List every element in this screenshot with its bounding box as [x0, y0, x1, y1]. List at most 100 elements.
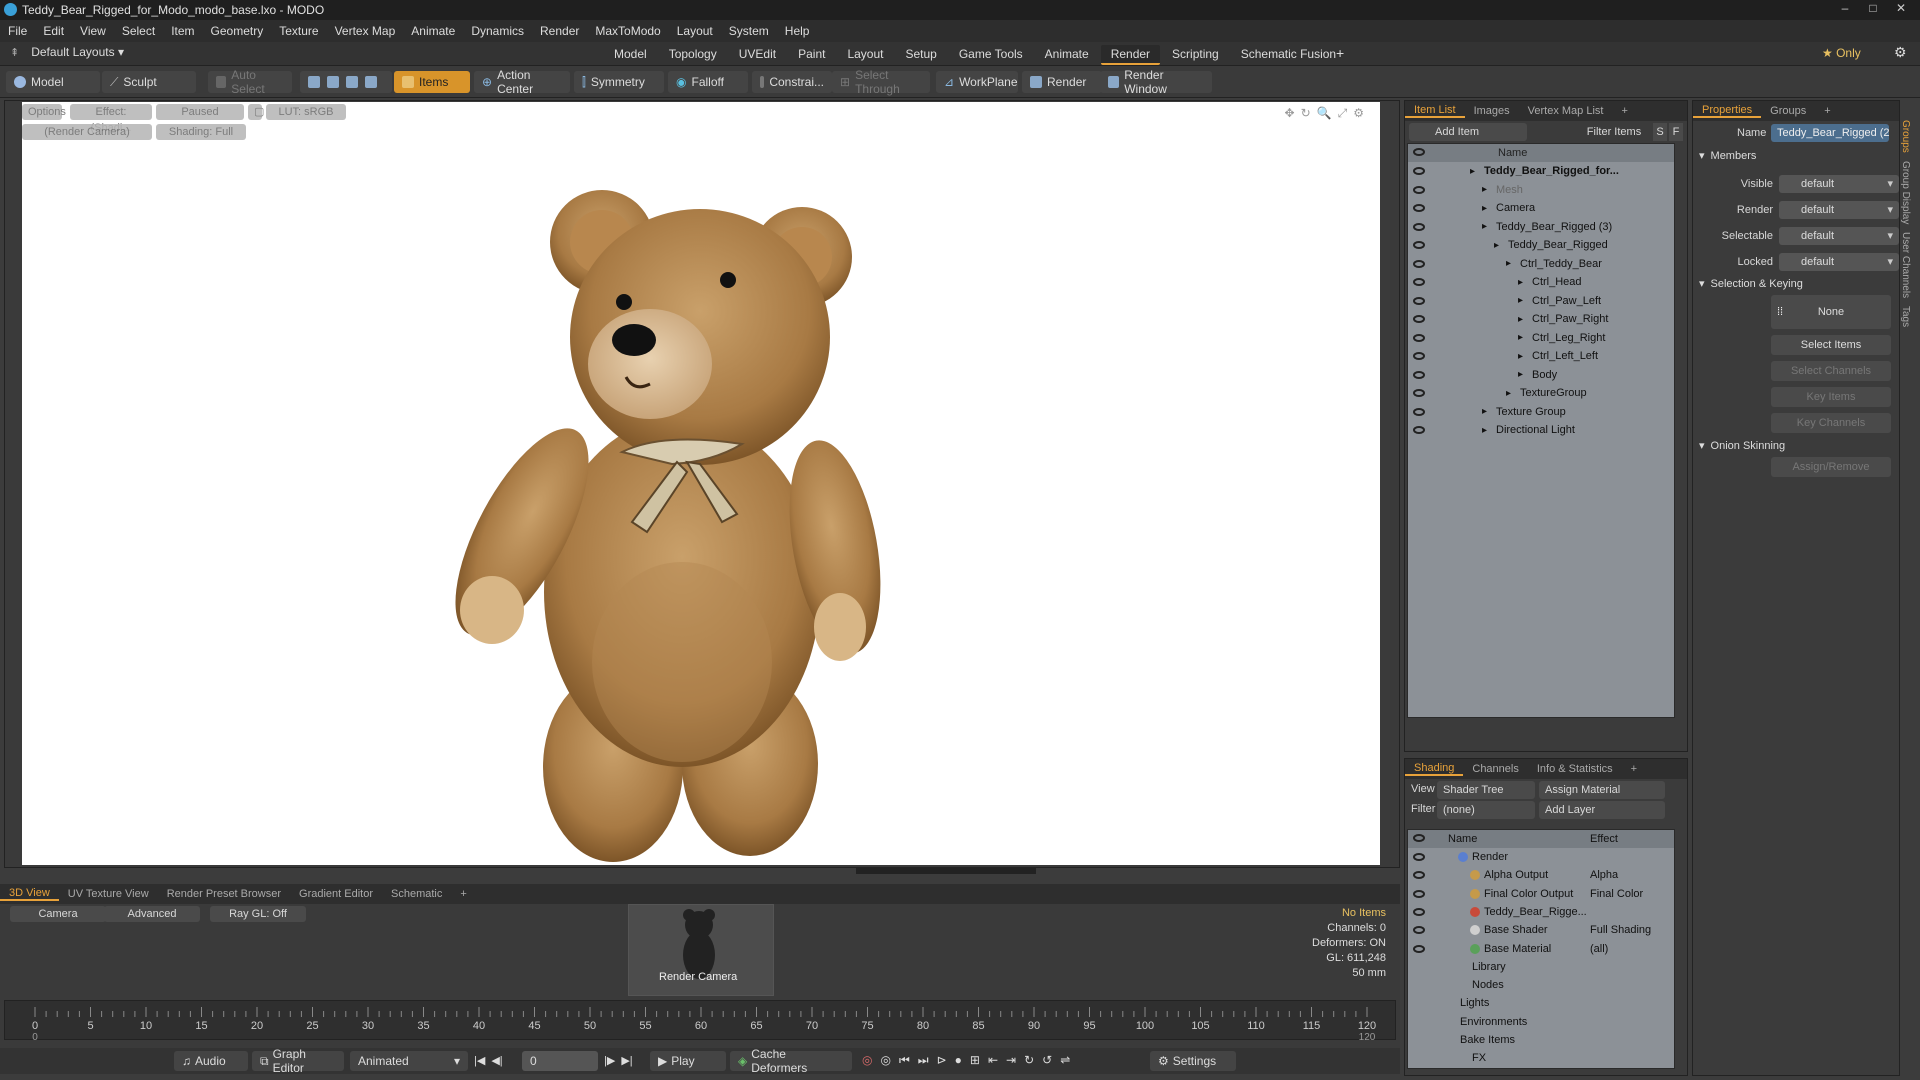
current-frame-field[interactable]: 0	[522, 1051, 598, 1071]
tab-shading[interactable]: Shading	[1405, 762, 1464, 776]
menu-geometry[interactable]: Geometry	[203, 24, 272, 38]
eye-icon[interactable]	[1413, 352, 1425, 360]
menu-file[interactable]: File	[0, 24, 35, 38]
range-start-icon[interactable]: ⇤	[988, 1053, 998, 1068]
default-layouts-dropdown[interactable]: Default Layouts ▾	[31, 45, 124, 59]
menu-render[interactable]: Render	[532, 24, 587, 38]
tab-render[interactable]: Render	[1100, 45, 1161, 65]
select-channels-button[interactable]: Select Channels	[1771, 361, 1891, 381]
expand-icon[interactable]: ▸	[1518, 332, 1523, 343]
eye-icon[interactable]	[1413, 944, 1425, 953]
shader-row[interactable]: Base Material (all)	[1408, 940, 1674, 958]
expand-icon[interactable]: ▸	[1506, 388, 1511, 399]
eye-icon[interactable]	[1413, 926, 1425, 935]
tab-uvedit[interactable]: UVEdit	[729, 45, 786, 65]
name-column-header[interactable]: Name	[1498, 147, 1527, 159]
loop-icon[interactable]: ↻	[1024, 1053, 1034, 1068]
menu-layout[interactable]: Layout	[669, 24, 721, 38]
render-dropdown[interactable]: default	[1779, 201, 1899, 219]
eye-icon[interactable]	[1413, 204, 1425, 212]
tab-images[interactable]: Images	[1465, 105, 1519, 117]
set-key-icon[interactable]: ⊳	[937, 1053, 947, 1068]
tab-channels[interactable]: Channels	[1463, 763, 1527, 775]
shader-row[interactable]: Render	[1408, 848, 1674, 866]
eye-icon[interactable]	[1413, 907, 1425, 916]
shader-row[interactable]: Base Shader Full Shading	[1408, 921, 1674, 939]
settings-button[interactable]: ⚙ Settings	[1150, 1051, 1236, 1071]
filter-dropdown[interactable]: (none)	[1437, 801, 1535, 819]
menu-view[interactable]: View	[72, 24, 114, 38]
tab-schematic[interactable]: Schematic	[382, 888, 451, 900]
menu-select[interactable]: Select	[114, 24, 163, 38]
auto-key-icon[interactable]: ◎	[862, 1053, 872, 1068]
record-icon[interactable]: ◎	[880, 1053, 890, 1068]
pan-icon[interactable]: ✥	[1285, 106, 1295, 121]
name-field[interactable]: Teddy_Bear_Rigged (2	[1771, 124, 1889, 142]
tab-setup[interactable]: Setup	[895, 45, 946, 65]
menu-edit[interactable]: Edit	[35, 24, 72, 38]
tab-uv-texture-view[interactable]: UV Texture View	[59, 888, 158, 900]
tab-schematic-fusion[interactable]: Schematic Fusion	[1231, 45, 1346, 65]
eye-icon[interactable]	[1413, 259, 1425, 268]
eye-icon[interactable]	[1413, 853, 1425, 861]
gear-icon[interactable]: ⚙	[1894, 44, 1907, 61]
next-frame-icon[interactable]: |▶	[604, 1054, 615, 1067]
menu-item[interactable]: Item	[163, 24, 202, 38]
eye-icon[interactable]	[1413, 370, 1425, 379]
shader-row[interactable]: Final Color Output Final Color	[1408, 885, 1674, 903]
sync-icon[interactable]: ⇌	[1060, 1053, 1070, 1068]
item-row[interactable]: ▸ Texture Group	[1408, 403, 1674, 421]
shader-row[interactable]: Bake Items	[1408, 1031, 1674, 1049]
shader-row[interactable]: Lights	[1408, 994, 1674, 1012]
first-frame-icon[interactable]: |◀	[474, 1054, 485, 1067]
key-dot-icon[interactable]: ●	[955, 1053, 962, 1068]
menu-vertex-map[interactable]: Vertex Map	[327, 24, 404, 38]
expand-icon[interactable]: ▸	[1482, 406, 1487, 417]
name-column-header[interactable]: Name	[1448, 833, 1477, 845]
eye-icon[interactable]	[1413, 315, 1425, 323]
tab-paint[interactable]: Paint	[788, 45, 835, 65]
expand-icon[interactable]: ▸	[1482, 184, 1487, 195]
tab--[interactable]: +	[1622, 763, 1646, 775]
graph-editor-button[interactable]: ⧉ Graph Editor	[252, 1047, 344, 1075]
sculpt-button[interactable]: ⟋ Sculpt	[102, 71, 196, 93]
tab-3d-view[interactable]: 3D View	[0, 887, 59, 901]
select-through-button[interactable]: ⊞ Select Through	[832, 68, 930, 96]
edges-icon[interactable]	[327, 76, 339, 88]
eye-icon[interactable]	[1413, 241, 1425, 249]
expand-icon[interactable]: ▸	[1518, 369, 1523, 380]
tab-model[interactable]: Model	[604, 45, 657, 65]
key-items-button[interactable]: Key Items	[1771, 387, 1891, 407]
prev-key-icon[interactable]: ⏮	[899, 1053, 910, 1068]
locked-dropdown[interactable]: default	[1779, 253, 1899, 271]
tab-render-preset-browser[interactable]: Render Preset Browser	[158, 888, 290, 900]
effect-dropdown[interactable]: Full Shading	[1590, 924, 1668, 936]
menu-system[interactable]: System	[721, 24, 777, 38]
effect-column-header[interactable]: Effect	[1590, 833, 1618, 845]
maximize-icon[interactable]: ⤢	[1338, 106, 1348, 121]
eye-icon[interactable]	[1413, 871, 1425, 880]
expand-icon[interactable]: ▸	[1482, 425, 1487, 436]
maximize-button[interactable]: □	[1860, 0, 1886, 16]
side-tab-group-display[interactable]: Group Display	[1900, 161, 1911, 224]
s-toggle[interactable]: S	[1653, 123, 1667, 141]
item-row[interactable]: ▸ TextureGroup	[1408, 384, 1674, 402]
cache-deformers-button[interactable]: ◈ Cache Deformers	[730, 1047, 852, 1075]
eye-icon[interactable]	[1413, 389, 1425, 397]
view-dropdown[interactable]: Shader Tree	[1437, 781, 1535, 799]
audio-button[interactable]: ♫ Audio	[174, 1051, 248, 1071]
lut-dropdown[interactable]: LUT: sRGB	[266, 104, 346, 120]
menu-dynamics[interactable]: Dynamics	[463, 24, 532, 38]
side-tab-user-channels[interactable]: User Channels	[1900, 232, 1911, 298]
shader-row[interactable]: Library	[1408, 958, 1674, 976]
item-row[interactable]: ▸ Ctrl_Teddy_Bear	[1408, 255, 1674, 273]
item-row[interactable]: ▸ Camera	[1408, 199, 1674, 217]
workplane-button[interactable]: ⊿ WorkPlane	[936, 71, 1018, 93]
only-button[interactable]: ★ Only	[1822, 46, 1861, 60]
paused-button[interactable]: Paused	[156, 104, 244, 120]
menu-help[interactable]: Help	[777, 24, 818, 38]
eye-icon[interactable]	[1413, 407, 1425, 416]
eye-icon[interactable]	[1413, 185, 1425, 194]
lock-icon[interactable]: ▢	[248, 104, 264, 120]
shader-row[interactable]: Environments	[1408, 1013, 1674, 1031]
